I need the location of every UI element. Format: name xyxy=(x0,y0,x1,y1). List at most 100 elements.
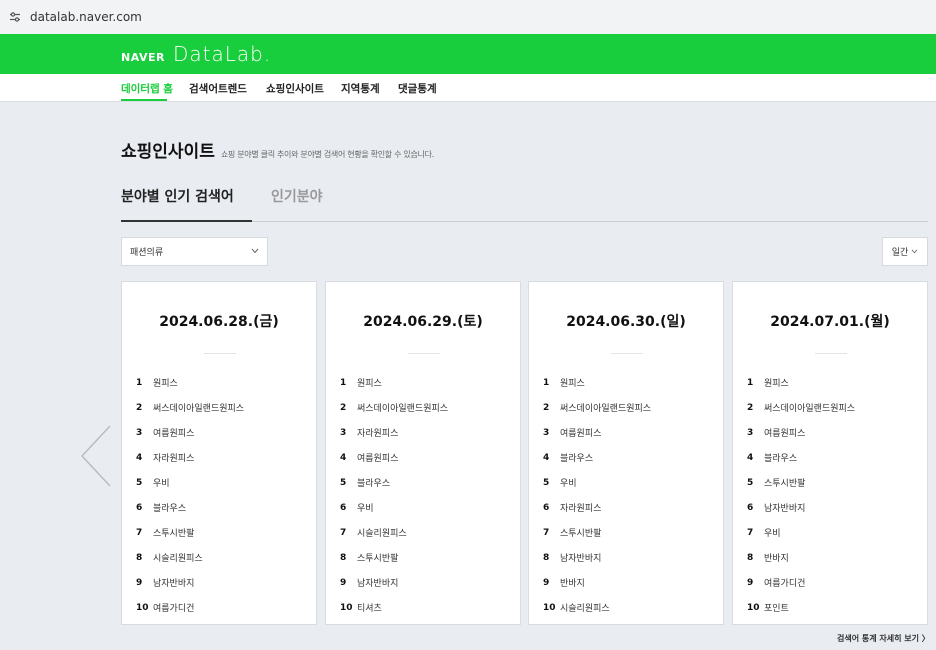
tab-popular-categories[interactable]: 인기분야 xyxy=(271,186,323,206)
keyword: 반바지 xyxy=(764,554,789,564)
logo-naver: NAVER xyxy=(121,51,165,64)
chevron-down-icon xyxy=(911,247,918,257)
keyword: 남자반바지 xyxy=(764,504,806,514)
list-item[interactable]: 9 남자반바지 xyxy=(136,570,244,595)
rank-number: 6 xyxy=(747,502,754,513)
rank-number: 4 xyxy=(136,452,143,463)
nav-item-shopping-insight[interactable]: 쇼핑인사이트 xyxy=(266,81,324,96)
keyword: 스투시반팔 xyxy=(153,529,195,539)
rank-number: 5 xyxy=(340,477,347,488)
keyword: 블라우스 xyxy=(764,454,798,464)
list-item[interactable]: 10 포인트 xyxy=(747,595,855,620)
list-item[interactable]: 10 티셔츠 xyxy=(340,595,448,620)
list-item[interactable]: 8 남자반바지 xyxy=(543,545,651,570)
list-item[interactable]: 7 우비 xyxy=(747,520,855,545)
list-item[interactable]: 6 자라원피스 xyxy=(543,495,651,520)
list-item[interactable]: 9 여름가디건 xyxy=(747,570,855,595)
list-item[interactable]: 7 스투시반팔 xyxy=(136,520,244,545)
rank-number: 7 xyxy=(747,527,754,538)
datalab-logo[interactable]: NAVER DataLab. xyxy=(121,42,271,66)
list-item[interactable]: 1 원피스 xyxy=(747,370,855,395)
card-date: 2024.06.28.(금) xyxy=(159,314,279,330)
keyword: 블라우스 xyxy=(357,479,391,489)
period-select[interactable]: 일간 xyxy=(882,237,928,266)
keyword: 티셔츠 xyxy=(357,604,382,614)
list-item[interactable]: 5 우비 xyxy=(136,470,244,495)
rank-number: 2 xyxy=(543,402,550,413)
list-item[interactable]: 1 원피스 xyxy=(543,370,651,395)
rank-number: 8 xyxy=(136,552,143,563)
category-select[interactable]: 패션의류 xyxy=(121,237,268,266)
list-item[interactable]: 1 원피스 xyxy=(340,370,448,395)
list-item[interactable]: 9 반바지 xyxy=(543,570,651,595)
list-item[interactable]: 2 써스데이아일랜드원피스 xyxy=(340,395,448,420)
rank-number: 1 xyxy=(747,377,754,388)
list-item[interactable]: 3 여름원피스 xyxy=(747,420,855,445)
list-item[interactable]: 6 블라우스 xyxy=(136,495,244,520)
keyword: 남자반바지 xyxy=(153,579,195,589)
rank-number: 5 xyxy=(747,477,754,488)
list-item[interactable]: 4 블라우스 xyxy=(543,445,651,470)
chevron-down-icon xyxy=(251,247,259,256)
tab-category-keywords[interactable]: 분야별 인기 검색어 xyxy=(121,186,234,206)
list-item[interactable]: 5 블라우스 xyxy=(340,470,448,495)
keyword: 원피스 xyxy=(560,379,585,389)
keyword: 블라우스 xyxy=(560,454,594,464)
search-stats-more-link[interactable]: 검색어 통계 자세히 보기 〉 xyxy=(837,633,930,644)
list-item[interactable]: 4 여름원피스 xyxy=(340,445,448,470)
card-divider xyxy=(815,353,847,354)
card-divider xyxy=(611,353,643,354)
list-item[interactable]: 10 시슬리원피스 xyxy=(543,595,651,620)
keyword: 여름원피스 xyxy=(153,429,195,439)
list-item[interactable]: 4 자라원피스 xyxy=(136,445,244,470)
nav-item-search-trend[interactable]: 검색어트렌드 xyxy=(189,81,247,96)
keyword: 자라원피스 xyxy=(357,429,399,439)
list-item[interactable]: 8 스투시반팔 xyxy=(340,545,448,570)
keyword: 우비 xyxy=(357,504,374,514)
keyword: 여름가디건 xyxy=(764,579,806,589)
list-item[interactable]: 3 여름원피스 xyxy=(136,420,244,445)
list-item[interactable]: 9 남자반바지 xyxy=(340,570,448,595)
list-item[interactable]: 7 시슬리원피스 xyxy=(340,520,448,545)
ranking-list: 1 원피스 2 써스데이아일랜드원피스 3 자라원피스 4 여름원피스 5 블라우스 6우… xyxy=(340,370,448,620)
list-item[interactable]: 3 자라원피스 xyxy=(340,420,448,445)
rank-number: 10 xyxy=(747,602,760,613)
logo-datalab: DataLab. xyxy=(172,42,272,66)
category-select-value: 패션의류 xyxy=(130,248,164,258)
list-item[interactable]: 3 여름원피스 xyxy=(543,420,651,445)
prev-arrow-icon[interactable] xyxy=(78,424,114,488)
keyword: 포인트 xyxy=(764,604,789,614)
keyword: 써스데이아일랜드원피스 xyxy=(764,404,856,414)
list-item[interactable]: 8 반바지 xyxy=(747,545,855,570)
nav-item-regional-stats[interactable]: 지역통계 xyxy=(341,81,380,96)
nav-item-comment-stats[interactable]: 댓글통계 xyxy=(398,81,437,96)
keyword: 우비 xyxy=(764,529,781,539)
rank-number: 7 xyxy=(136,527,143,538)
keyword: 남자반바지 xyxy=(357,579,399,589)
browser-url-bar[interactable]: datalab.naver.com xyxy=(0,0,936,34)
list-item[interactable]: 2 써스데이아일랜드원피스 xyxy=(747,395,855,420)
list-item[interactable]: 10 여름가디건 xyxy=(136,595,244,620)
list-item[interactable]: 6 남자반바지 xyxy=(747,495,855,520)
main-nav: 데이터랩 홈 검색어트렌드 쇼핑인사이트 지역통계 댓글통계 xyxy=(0,74,936,102)
page-subtitle: 쇼핑 분야별 클릭 추이와 분야별 검색어 현황을 확인할 수 있습니다. xyxy=(220,150,434,159)
list-item[interactable]: 6 우비 xyxy=(340,495,448,520)
card-divider xyxy=(408,353,440,354)
rank-number: 9 xyxy=(136,577,143,588)
list-item[interactable]: 5 스투시반팔 xyxy=(747,470,855,495)
list-item[interactable]: 2 써스데이아일랜드원피스 xyxy=(543,395,651,420)
nav-item-home[interactable]: 데이터랩 홈 xyxy=(121,81,173,96)
list-item[interactable]: 5 우비 xyxy=(543,470,651,495)
rank-number: 3 xyxy=(340,427,347,438)
keyword: 원피스 xyxy=(764,379,789,389)
list-item[interactable]: 8 시슬리원피스 xyxy=(136,545,244,570)
card-date: 2024.06.29.(토) xyxy=(363,314,483,330)
keyword: 남자반바지 xyxy=(560,554,602,564)
list-item[interactable]: 2 써스데이아일랜드원피스 xyxy=(136,395,244,420)
list-item[interactable]: 1 원피스 xyxy=(136,370,244,395)
list-item[interactable]: 4 블라우스 xyxy=(747,445,855,470)
rank-number: 4 xyxy=(747,452,754,463)
url-text[interactable]: datalab.naver.com xyxy=(30,10,142,24)
list-item[interactable]: 7 스투시반팔 xyxy=(543,520,651,545)
site-info-icon[interactable] xyxy=(8,10,22,24)
